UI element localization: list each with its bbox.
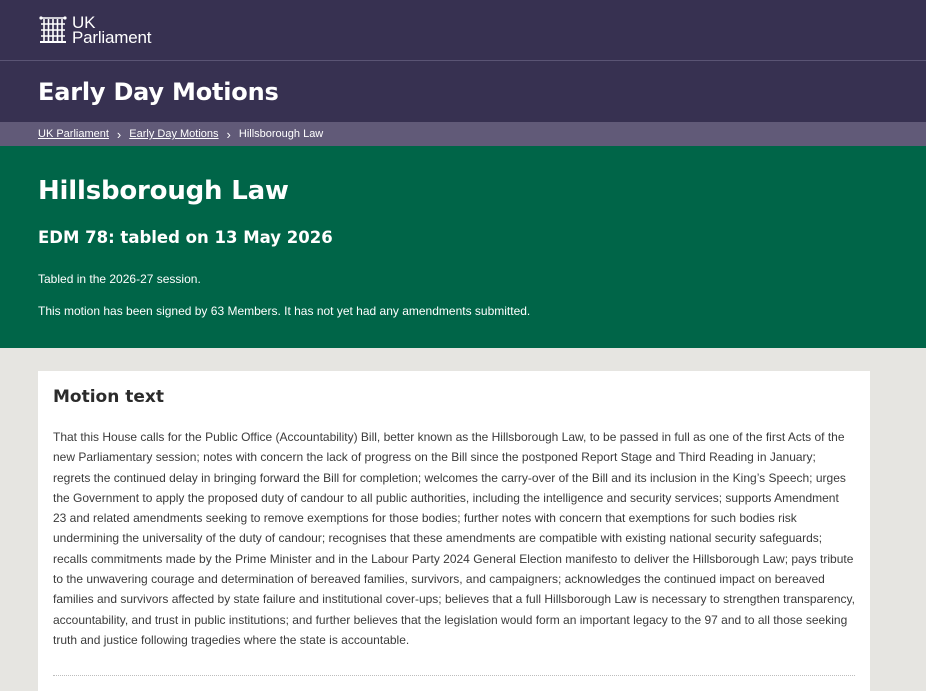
breadcrumb: UK Parliament › Early Day Motions › Hill…	[0, 122, 926, 146]
motion-hero: Hillsborough Law EDM 78: tabled on 13 Ma…	[0, 146, 926, 348]
portcullis-icon	[38, 15, 68, 45]
breadcrumb-link-early-day-motions[interactable]: Early Day Motions	[129, 128, 218, 140]
motion-text-card: Motion text That this House calls for th…	[38, 371, 870, 691]
logo-text: UK Parliament	[72, 14, 152, 47]
breadcrumb-current: Hillsborough Law	[238, 128, 324, 140]
page-title: Hillsborough Law	[38, 176, 289, 206]
motion-text-body: That this House calls for the Public Off…	[53, 430, 855, 647]
motion-text-heading: Motion text	[53, 387, 164, 407]
section-title[interactable]: Early Day Motions	[38, 78, 279, 106]
session-info: Tabled in the 2026-27 session.	[38, 272, 201, 286]
chevron-right-icon: ›	[116, 126, 122, 142]
section-header: Early Day Motions	[0, 61, 926, 122]
motion-subtitle: EDM 78: tabled on 13 May 2026	[38, 228, 333, 247]
site-header: UK Parliament	[0, 0, 926, 61]
chevron-right-icon: ›	[226, 126, 231, 142]
signatures-info: This motion has been signed by 63 Member…	[38, 304, 531, 318]
divider	[53, 675, 855, 677]
uk-parliament-logo[interactable]: UK Parliament	[38, 14, 152, 47]
breadcrumb-link-uk-parliament[interactable]: UK Parliament	[38, 128, 109, 140]
logo-line-parliament: Parliament	[72, 28, 152, 47]
